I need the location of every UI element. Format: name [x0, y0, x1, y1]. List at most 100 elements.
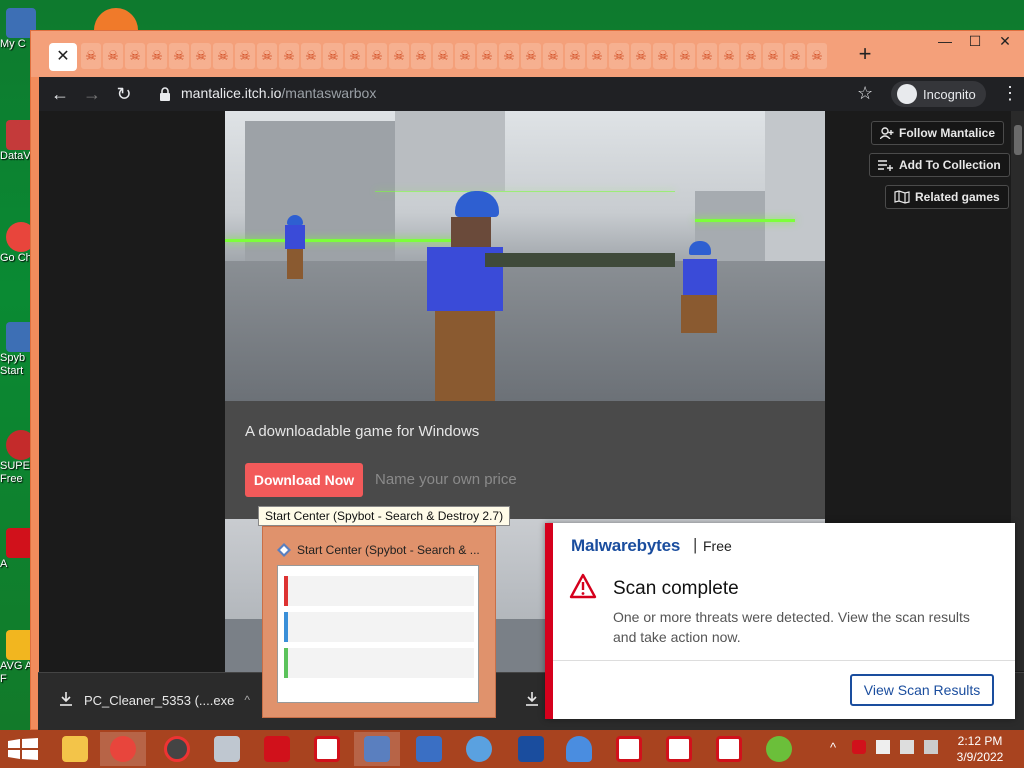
taskbar-shield-3[interactable]	[656, 732, 702, 766]
browser-tab[interactable]: ☠	[433, 43, 453, 69]
browser-tab[interactable]: ☠	[213, 43, 233, 69]
browser-tab[interactable]: ☠	[169, 43, 189, 69]
browser-tab[interactable]: ☠	[565, 43, 585, 69]
url-host: mantalice.itch.io	[181, 85, 282, 101]
browser-tab[interactable]: ☠	[301, 43, 321, 69]
browser-tab[interactable]: ☠	[103, 43, 123, 69]
browser-tab[interactable]: ☠	[763, 43, 783, 69]
browser-tab[interactable]: ☠	[125, 43, 145, 69]
browser-tab[interactable]: ☠	[411, 43, 431, 69]
new-tab-button[interactable]: +	[853, 43, 877, 67]
browser-tab[interactable]: ☠	[719, 43, 739, 69]
follow-label: Follow Mantalice	[899, 126, 996, 140]
desktop-icon-google-chrome[interactable]: Go Ch	[0, 222, 36, 265]
browser-tab[interactable]: ☠	[191, 43, 211, 69]
download-file-name: PC_Cleaner_5353 (....exe	[84, 692, 235, 708]
related-games-button[interactable]: Related games	[885, 185, 1009, 209]
maximize-button[interactable]: ☐	[961, 33, 989, 55]
taskbar-shield-1[interactable]	[304, 732, 350, 766]
tray-flag-icon[interactable]	[876, 740, 890, 754]
tray-volume-icon[interactable]	[924, 740, 938, 754]
browser-tab[interactable]: ☠	[345, 43, 365, 69]
browser-tab[interactable]: ☠	[257, 43, 277, 69]
url-field[interactable]: mantalice.itch.io/mantaswarbox	[181, 85, 376, 101]
scrollbar-thumb[interactable]	[1014, 125, 1022, 155]
taskbar-monitor-2[interactable]	[406, 732, 452, 766]
taskbar-green-app[interactable]	[756, 732, 802, 766]
download-options-caret[interactable]: ^	[244, 693, 250, 707]
taskbar: ^ 2:12 PM 3/9/2022	[0, 730, 1024, 768]
browser-tab[interactable]: ☠	[279, 43, 299, 69]
taskbar-shield-2[interactable]	[606, 732, 652, 766]
desktop-icon-avira[interactable]: A	[0, 528, 36, 571]
active-tab-close-button[interactable]: ✕	[49, 43, 77, 71]
lock-icon	[160, 87, 170, 101]
browser-tab[interactable]: ☠	[455, 43, 475, 69]
monitor-icon	[214, 736, 240, 762]
taskbar-blocked-app[interactable]	[154, 732, 200, 766]
taskbar-file-explorer[interactable]	[52, 732, 98, 766]
back-icon[interactable]: ←	[49, 83, 71, 105]
desktop-icon-datav[interactable]: DataV	[0, 120, 36, 163]
desktop-icon-superantispyware[interactable]: SUPE Free	[0, 430, 36, 486]
windows-start-icon[interactable]	[8, 738, 38, 760]
taskbar-blue-app[interactable]	[556, 732, 602, 766]
browser-tab[interactable]: ☠	[609, 43, 629, 69]
divider	[553, 660, 1015, 661]
malwarebytes-logo: Malwarebytes	[571, 536, 681, 555]
clock-date: 3/9/2022	[956, 750, 1004, 764]
game-screenshot[interactable]	[225, 111, 825, 401]
browser-tab[interactable]: ☠	[587, 43, 607, 69]
address-bar: ← → ↻ mantalice.itch.io/mantaswarbox ☆ I…	[39, 77, 1024, 111]
browser-tab[interactable]: ☠	[675, 43, 695, 69]
bookmark-star-icon[interactable]: ☆	[857, 83, 873, 104]
taskbar-avira[interactable]	[254, 732, 300, 766]
download-item[interactable]: PC_Cleaner_5353 (....exe ^	[58, 691, 250, 709]
soldier-figure-distant	[283, 215, 307, 279]
taskbar-globe[interactable]	[456, 732, 502, 766]
download-item-2[interactable]	[524, 691, 540, 709]
browser-tab[interactable]: ☠	[147, 43, 167, 69]
tray-network-icon[interactable]	[900, 740, 914, 754]
follow-button[interactable]: Follow Mantalice	[871, 121, 1005, 145]
browser-tab[interactable]: ☠	[785, 43, 805, 69]
tray-overflow-caret[interactable]: ^	[830, 740, 836, 755]
browser-tab[interactable]: ☠	[389, 43, 409, 69]
taskbar-spybot[interactable]	[354, 732, 400, 766]
malwarebytes-notification[interactable]: Malwarebytes | Free Scan complete One or…	[545, 523, 1015, 719]
view-scan-results-button[interactable]: View Scan Results	[850, 674, 994, 706]
browser-tab[interactable]: ☠	[653, 43, 673, 69]
browser-tab[interactable]: ☠	[807, 43, 827, 69]
browser-tab[interactable]: ☠	[477, 43, 497, 69]
browser-tab[interactable]: ☠	[499, 43, 519, 69]
desktop-icon-avg[interactable]: AVG A F	[0, 630, 36, 686]
close-window-button[interactable]: ✕	[991, 33, 1019, 55]
user-plus-icon	[880, 127, 894, 139]
tray-avira-icon[interactable]	[852, 740, 866, 754]
incognito-indicator[interactable]: Incognito	[891, 81, 986, 107]
shield-icon	[616, 736, 642, 762]
browser-tab[interactable]: ☠	[323, 43, 343, 69]
taskbar-malwarebytes[interactable]	[508, 732, 554, 766]
desktop-icon-spybot[interactable]: Spyb Start	[0, 322, 36, 378]
browser-tab[interactable]: ☠	[741, 43, 761, 69]
taskbar-app-monitor[interactable]	[204, 732, 250, 766]
browser-tab[interactable]: ☠	[235, 43, 255, 69]
spybot-window-preview[interactable]: Start Center (Spybot - Search & ...	[262, 526, 496, 718]
browser-tab[interactable]: ☠	[367, 43, 387, 69]
forward-icon[interactable]: →	[81, 83, 103, 105]
browser-tab[interactable]: ☠	[697, 43, 717, 69]
system-clock[interactable]: 2:12 PM 3/9/2022	[950, 733, 1010, 765]
reload-icon[interactable]: ↻	[113, 83, 135, 105]
desktop-icon-my-computer[interactable]: My C	[0, 8, 36, 51]
taskbar-shield-4[interactable]	[706, 732, 752, 766]
minimize-button[interactable]: —	[931, 33, 959, 55]
browser-tab[interactable]: ☠	[521, 43, 541, 69]
download-now-button[interactable]: Download Now	[245, 463, 363, 497]
browser-tab[interactable]: ☠	[81, 43, 101, 69]
menu-icon[interactable]: ⋮	[1001, 83, 1019, 104]
taskbar-chrome[interactable]	[100, 732, 146, 766]
browser-tab[interactable]: ☠	[631, 43, 651, 69]
browser-tab[interactable]: ☠	[543, 43, 563, 69]
add-to-collection-button[interactable]: Add To Collection	[869, 153, 1010, 177]
